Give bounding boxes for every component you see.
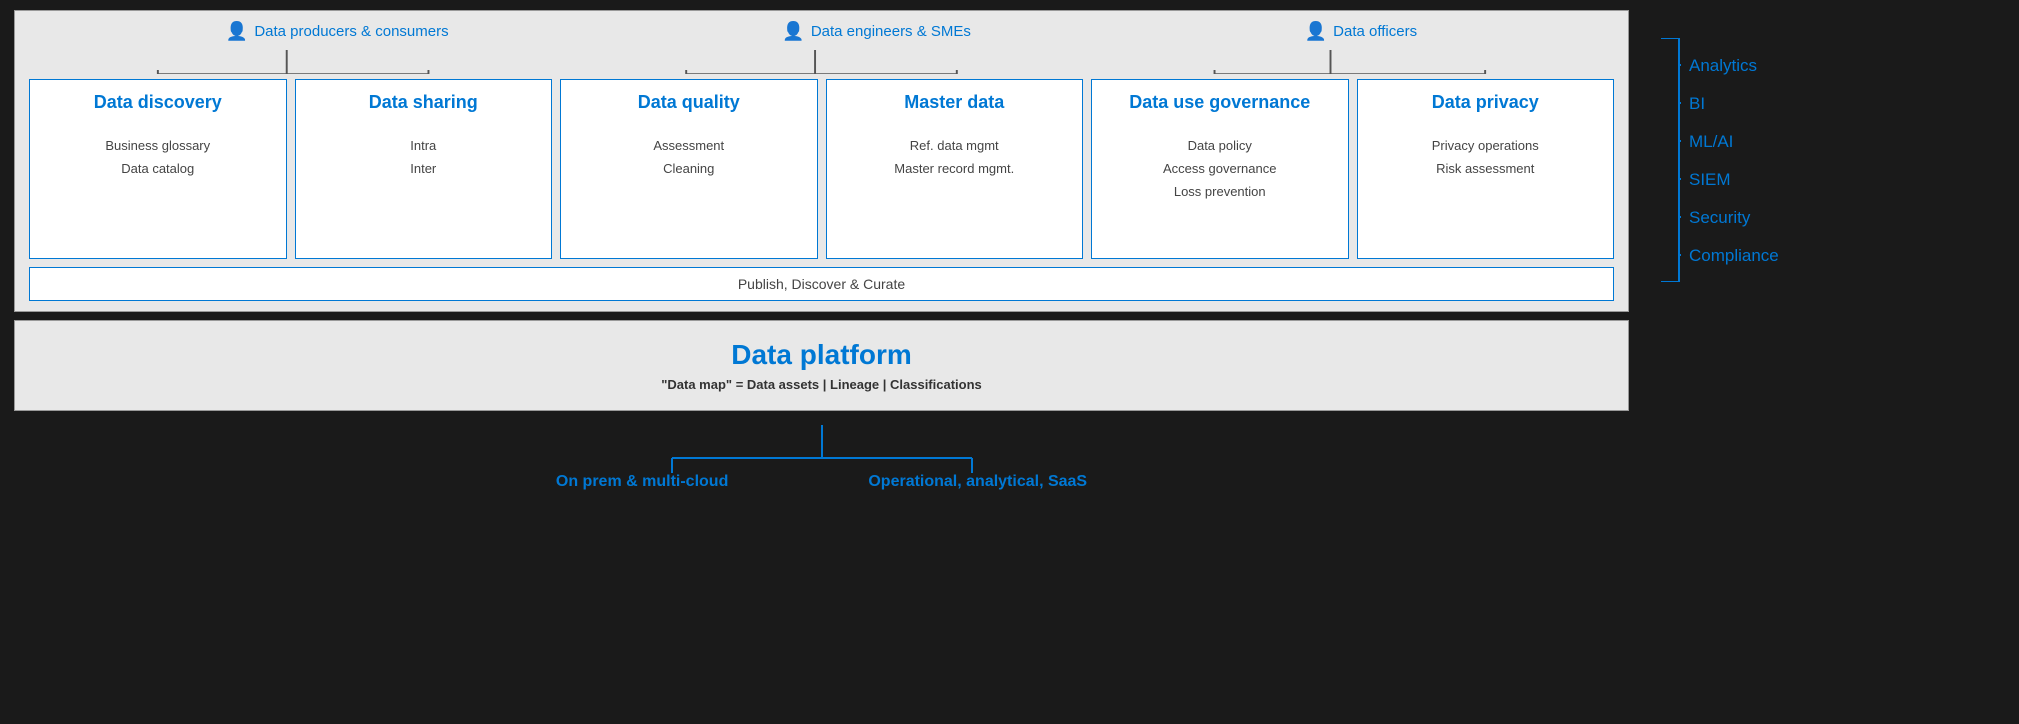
sources-items: On prem & multi-cloud Operational, analy… bbox=[556, 473, 1087, 491]
card-title-governance: Data use governance bbox=[1129, 92, 1310, 114]
card-title-discovery: Data discovery bbox=[94, 92, 222, 114]
card-data-privacy: Data privacy Privacy operations Risk ass… bbox=[1357, 79, 1615, 259]
connector-lines bbox=[29, 50, 1614, 74]
card-title-privacy: Data privacy bbox=[1432, 92, 1539, 114]
cards-row: Data discovery Business glossary Data ca… bbox=[29, 79, 1614, 259]
sidebar-bracket-container: Analytics BI ML/AI SIEM Security Complia… bbox=[1659, 30, 1989, 282]
persona-label-producers: Data producers & consumers bbox=[254, 23, 448, 40]
card-master-data: Master data Ref. data mgmt Master record… bbox=[826, 79, 1084, 259]
card-items-privacy: Privacy operations Risk assessment bbox=[1432, 134, 1539, 181]
sidebar-label-mlai: ML/AI bbox=[1681, 133, 1779, 150]
persona-officers: 👤 Data officers bbox=[1305, 21, 1417, 42]
person-icon-officers: 👤 bbox=[1305, 21, 1327, 42]
card-items-sharing: Intra Inter bbox=[410, 134, 436, 181]
right-sidebar: Analytics BI ML/AI SIEM Security Complia… bbox=[1639, 0, 2019, 724]
platform-subtitle: "Data map" = Data assets | Lineage | Cla… bbox=[29, 377, 1614, 392]
sources-section: On prem & multi-cloud Operational, analy… bbox=[14, 419, 1629, 495]
sidebar-label-siem: SIEM bbox=[1681, 171, 1779, 188]
platform-title: Data platform bbox=[29, 339, 1614, 371]
card-data-quality: Data quality Assessment Cleaning bbox=[560, 79, 818, 259]
publish-bar: Publish, Discover & Curate bbox=[29, 267, 1614, 301]
card-items-governance: Data policy Access governance Loss preve… bbox=[1163, 134, 1276, 204]
persona-row: 👤 Data producers & consumers 👤 Data engi… bbox=[29, 21, 1614, 42]
source-bracket-svg bbox=[572, 443, 1072, 473]
bracket-svg bbox=[1659, 38, 1681, 282]
card-title-master: Master data bbox=[904, 92, 1004, 114]
source-on-prem: On prem & multi-cloud bbox=[556, 473, 728, 491]
persona-engineers: 👤 Data engineers & SMEs bbox=[782, 21, 971, 42]
sidebar-label-compliance: Compliance bbox=[1681, 247, 1779, 264]
persona-label-engineers: Data engineers & SMEs bbox=[811, 23, 971, 40]
card-items-master: Ref. data mgmt Master record mgmt. bbox=[894, 134, 1014, 181]
main-content: 👤 Data producers & consumers 👤 Data engi… bbox=[0, 0, 1639, 724]
card-title-sharing: Data sharing bbox=[369, 92, 478, 114]
persona-label-officers: Data officers bbox=[1333, 23, 1417, 40]
persona-producers: 👤 Data producers & consumers bbox=[226, 21, 449, 42]
source-operational: Operational, analytical, SaaS bbox=[868, 473, 1087, 491]
person-icon-engineers: 👤 bbox=[782, 21, 804, 42]
sidebar-label-analytics: Analytics bbox=[1681, 57, 1779, 74]
card-items-discovery: Business glossary Data catalog bbox=[105, 134, 210, 181]
sidebar-label-security: Security bbox=[1681, 209, 1779, 226]
card-data-use-governance: Data use governance Data policy Access g… bbox=[1091, 79, 1349, 259]
sidebar-label-bi: BI bbox=[1681, 95, 1779, 112]
card-data-sharing: Data sharing Intra Inter bbox=[295, 79, 553, 259]
platform-section: Data platform "Data map" = Data assets |… bbox=[14, 320, 1629, 411]
card-data-discovery: Data discovery Business glossary Data ca… bbox=[29, 79, 287, 259]
card-title-quality: Data quality bbox=[638, 92, 740, 114]
card-items-quality: Assessment Cleaning bbox=[653, 134, 724, 181]
person-icon-producers: 👤 bbox=[226, 21, 248, 42]
source-connector-vertical bbox=[821, 425, 823, 443]
governance-section: 👤 Data producers & consumers 👤 Data engi… bbox=[14, 10, 1629, 312]
